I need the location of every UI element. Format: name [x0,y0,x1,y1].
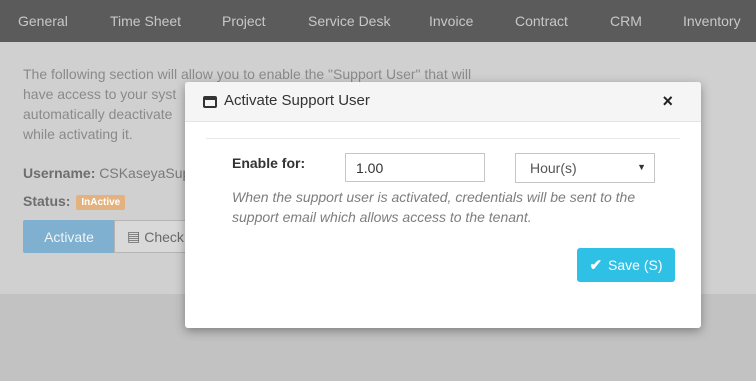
activate-button[interactable]: Activate [23,220,115,253]
nav-item-project[interactable]: Project [222,13,266,29]
activate-support-user-dialog: Activate Support User × Enable for: Hour… [185,82,701,328]
caret-down-icon: ▼ [637,162,646,172]
username-label: Username: [23,165,96,181]
enable-for-label: Enable for: [232,155,306,171]
status-badge: InActive [76,195,126,210]
nav-item-contract[interactable]: Contract [515,13,568,29]
username-value: CSKaseyaSup [99,165,191,181]
check-button-label: Check [144,228,184,245]
nav-item-inventory[interactable]: Inventory [683,13,741,29]
enable-for-input[interactable] [345,153,485,182]
dialog-header: Activate Support User × [185,82,701,122]
check-button[interactable]: ▤ Check [114,220,194,253]
nav-item-invoice[interactable]: Invoice [429,13,473,29]
divider [206,138,680,139]
save-button-label: Save (S) [608,257,663,273]
unit-select-value: Hour(s) [530,160,577,176]
nav-item-general[interactable]: General [18,13,68,29]
status-row: Status: InActive [23,193,126,210]
status-label: Status: [23,193,71,209]
dialog-title: Activate Support User [224,92,370,109]
close-icon[interactable]: × [662,91,673,112]
help-text: When the support user is activated, cred… [232,189,636,225]
username-row: Username: CSKaseyaSup [23,165,190,181]
save-button[interactable]: ✔ Save (S) [577,248,675,282]
desc-line: The following section will allow you to … [23,66,472,82]
list-icon: ▤ [127,228,141,244]
nav-item-time-sheet[interactable]: Time Sheet [110,13,181,29]
nav-item-crm[interactable]: CRM [610,13,642,29]
window-icon [203,96,217,108]
nav-item-service-desk[interactable]: Service Desk [308,13,390,29]
unit-select[interactable]: Hour(s) ▼ [515,153,655,183]
check-icon: ✔ [589,257,603,274]
top-nav: General Time Sheet Project Service Desk … [0,0,756,42]
